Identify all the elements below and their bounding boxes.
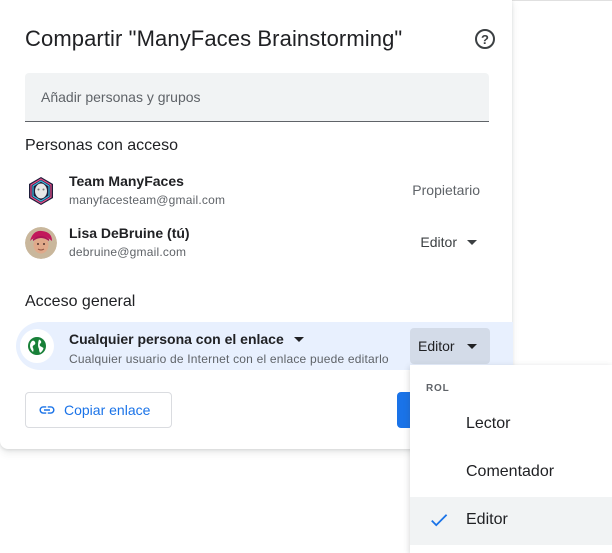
role-option-lector[interactable]: Lector xyxy=(410,401,612,449)
link-scope-label: Cualquier persona con el enlace xyxy=(69,331,284,347)
role-option-comentador[interactable]: Comentador xyxy=(410,449,612,497)
dialog-title: Compartir "ManyFaces Brainstorming" xyxy=(25,26,403,51)
role-menu-header: ROL xyxy=(426,383,450,394)
lisa-debruine-avatar xyxy=(25,227,57,259)
role-option-label: Editor xyxy=(466,511,508,528)
general-role-dropdown[interactable]: Editor xyxy=(410,328,490,364)
add-people-input[interactable]: Añadir personas y grupos xyxy=(25,73,489,122)
person-email: debruine@gmail.com xyxy=(69,245,187,259)
role-option-editor[interactable]: Editor xyxy=(410,497,612,545)
link-scope-description: Cualquier usuario de Internet con el enl… xyxy=(69,352,389,366)
people-section-title: Personas con acceso xyxy=(25,137,178,154)
add-people-placeholder: Añadir personas y grupos xyxy=(41,89,201,105)
role-option-label: Comentador xyxy=(466,463,555,480)
caret-down-icon xyxy=(467,239,477,245)
person-role-dropdown[interactable]: Editor xyxy=(420,230,477,254)
general-access-row: Cualquier persona con el enlace Cualquie… xyxy=(16,322,513,370)
person-role-label: Editor xyxy=(420,234,457,250)
person-name: Lisa DeBruine (tú) xyxy=(69,225,190,241)
check-icon xyxy=(431,514,448,527)
team-manyfaces-avatar xyxy=(25,175,57,207)
copy-link-label: Copiar enlace xyxy=(64,402,151,418)
link-scope-dropdown[interactable]: Cualquier persona con el enlace xyxy=(69,331,304,347)
person-email: manyfacesteam@gmail.com xyxy=(69,193,226,207)
general-access-title: Acceso general xyxy=(25,293,136,310)
role-menu: ROL Lector Comentador Editor xyxy=(410,365,612,553)
help-icon[interactable]: ? xyxy=(475,29,495,49)
caret-down-icon xyxy=(293,336,304,342)
owner-role-label: Propietario xyxy=(412,182,480,198)
copy-link-button[interactable]: Copiar enlace xyxy=(25,392,172,428)
link-icon xyxy=(39,406,55,414)
person-name: Team ManyFaces xyxy=(69,173,184,189)
person-row-owner: Team ManyFaces manyfacesteam@gmail.com P… xyxy=(25,173,485,213)
general-role-label: Editor xyxy=(418,338,455,354)
person-row-self: Lisa DeBruine (tú) debruine@gmail.com Ed… xyxy=(25,225,485,265)
role-option-label: Lector xyxy=(466,415,511,432)
globe-icon xyxy=(20,329,54,363)
caret-down-icon xyxy=(466,343,477,349)
